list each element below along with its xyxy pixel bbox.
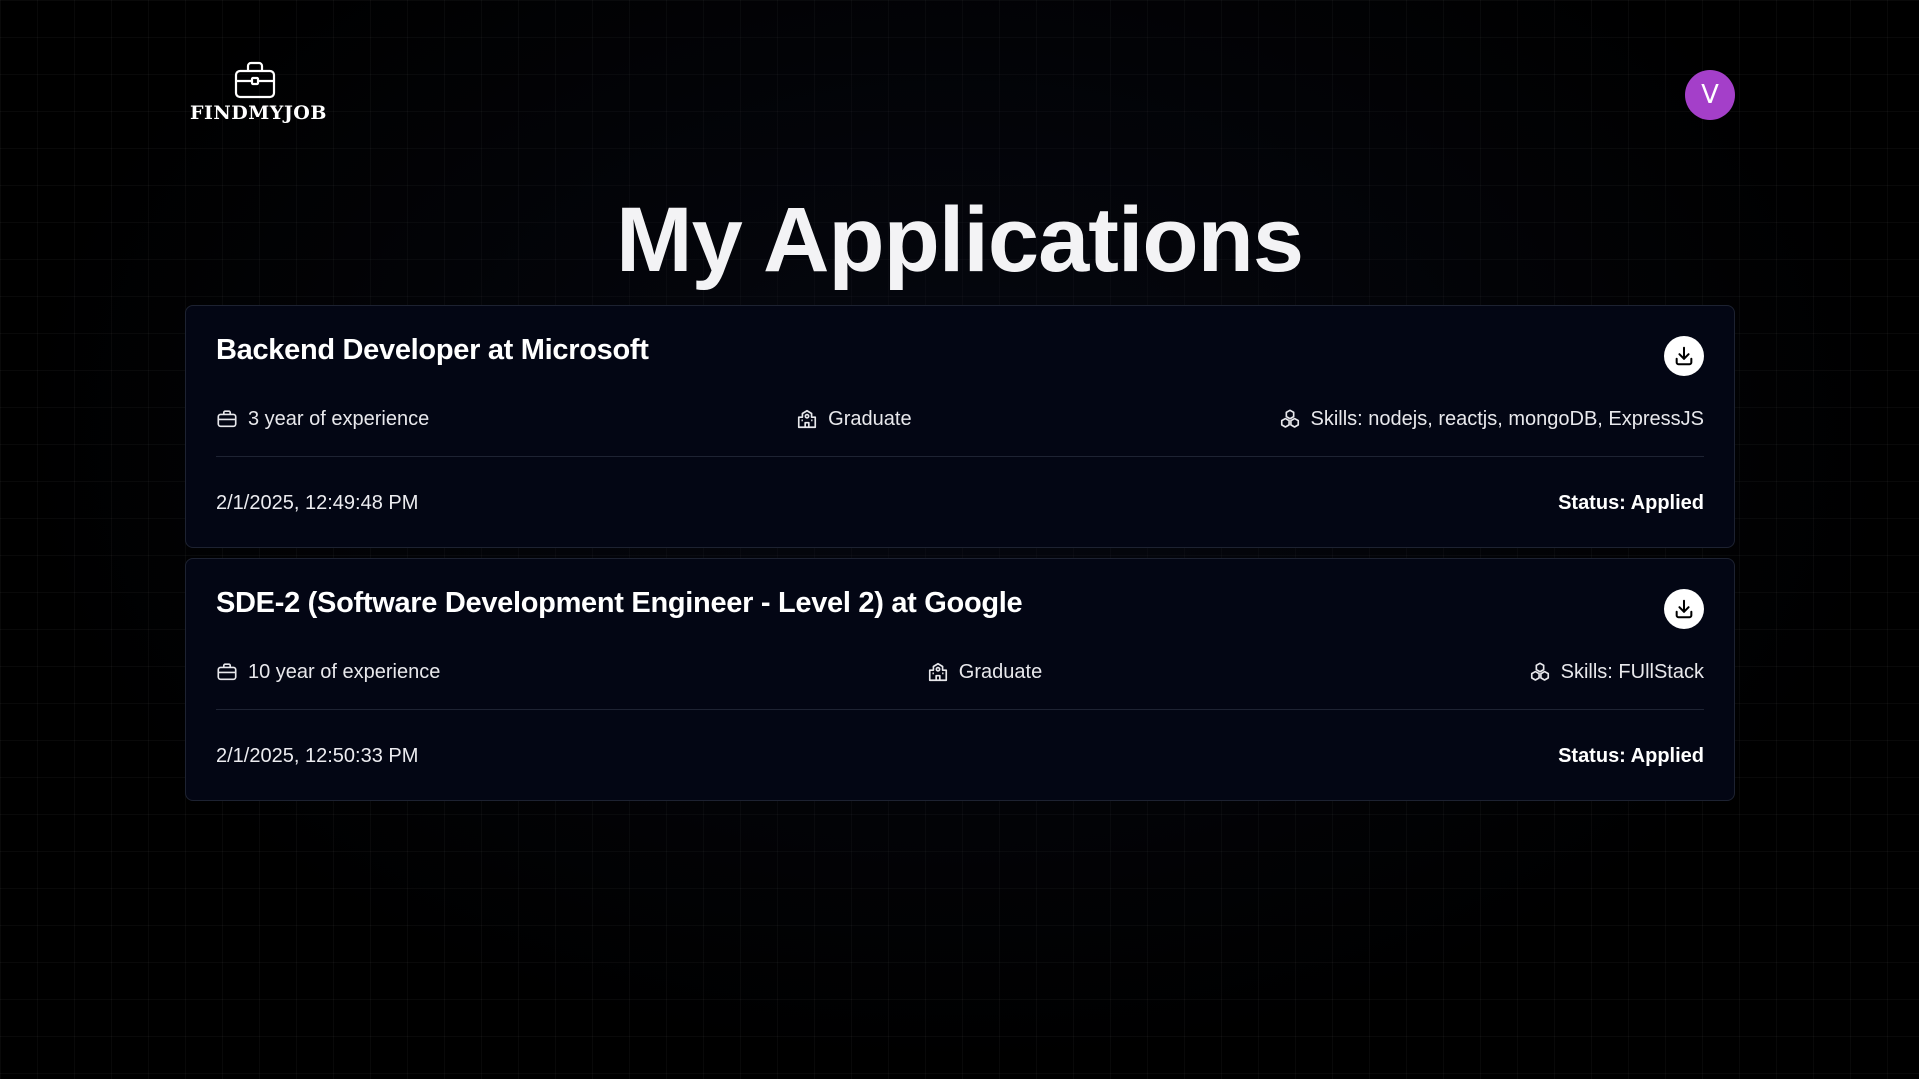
download-button[interactable] (1664, 336, 1704, 376)
top-navbar: FINDMYJOB V (0, 0, 1919, 140)
school-icon (928, 662, 947, 682)
applied-timestamp: 2/1/2025, 12:50:33 PM (216, 745, 419, 767)
brand-logo[interactable]: FINDMYJOB (190, 60, 327, 124)
education-label: Graduate (958, 660, 1043, 683)
application-footer: 2/1/2025, 12:50:33 PM Status: Applied (216, 745, 1704, 768)
education-info: Graduate (927, 661, 1042, 684)
download-icon (1675, 599, 1693, 619)
page-title: My Applications (616, 189, 1304, 291)
divider (216, 456, 1704, 457)
briefcase-icon (217, 663, 237, 681)
application-card: Backend Developer at Microsoft 3 year of… (185, 305, 1735, 548)
job-meta: 10 year of experience Graduate Skills: F… (216, 659, 1704, 685)
download-button[interactable] (1664, 589, 1704, 629)
experience-label: 3 year of experience (248, 407, 430, 430)
skills-info: Skills: FUllStack (1529, 661, 1704, 684)
job-title: SDE-2 (Software Development Engineer - L… (216, 587, 1023, 619)
application-card: SDE-2 (Software Development Engineer - L… (185, 558, 1735, 801)
education-info: Graduate (796, 407, 912, 431)
application-footer: 2/1/2025, 12:49:48 PM Status: Applied (216, 492, 1704, 515)
status-label: Status: Applied (1558, 745, 1704, 767)
skills-label: Skills: nodejs, reactjs, mongoDB, Expres… (1310, 407, 1705, 430)
job-title: Backend Developer at Microsoft (216, 334, 649, 366)
skills-info: Skills: nodejs, reactjs, mongoDB, Expres… (1279, 407, 1705, 431)
education-label: Graduate (828, 407, 912, 430)
skills-icon (1530, 662, 1549, 681)
skills-label: Skills: FUllStack (1560, 660, 1704, 683)
user-avatar[interactable]: V (1685, 70, 1735, 120)
school-icon (798, 409, 817, 429)
job-meta: 3 year of experience Graduate Skills: no… (216, 406, 1704, 432)
divider (216, 709, 1704, 710)
experience-info: 10 year of experience (216, 661, 440, 684)
applications-list: Backend Developer at Microsoft 3 year of… (185, 305, 1735, 811)
experience-label: 10 year of experience (248, 660, 441, 683)
briefcase-icon (234, 61, 276, 99)
briefcase-icon (217, 410, 237, 428)
experience-info: 3 year of experience (216, 408, 429, 431)
skills-icon (1280, 409, 1299, 428)
status-label: Status: Applied (1558, 492, 1704, 514)
download-icon (1675, 346, 1693, 366)
applied-timestamp: 2/1/2025, 12:49:48 PM (216, 492, 419, 514)
brand-name: FINDMYJOB (190, 102, 327, 124)
